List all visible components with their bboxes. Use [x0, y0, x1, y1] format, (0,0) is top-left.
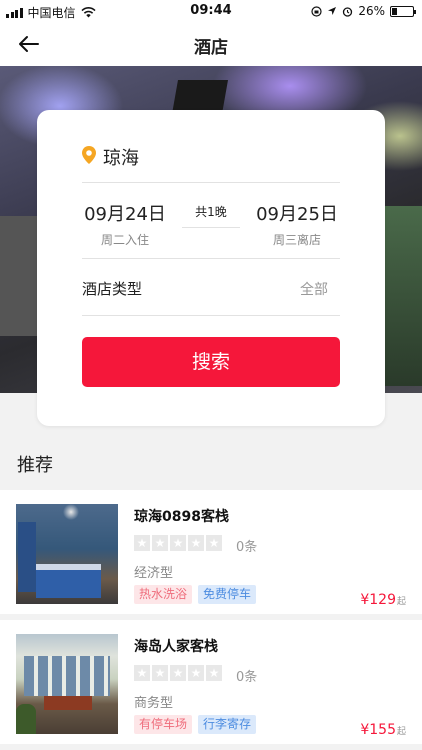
- hotel-card[interactable]: 海岛人家客栈 0条 商务型 有停车场 行李寄存 ¥155起: [0, 620, 422, 744]
- check-in-label: 周二入住: [100, 233, 149, 247]
- search-button[interactable]: 搜索: [82, 337, 340, 387]
- date-row: 09月24日 周二入住 共1晚 09月25日 周三离店: [82, 183, 340, 259]
- battery-fill: [392, 7, 398, 15]
- star-icon: [188, 664, 204, 682]
- hotel-price: ¥129起: [360, 592, 406, 608]
- star-icon: [152, 534, 168, 552]
- photo-bed: [36, 564, 101, 598]
- city-name: 琼海: [103, 148, 139, 169]
- page-title: 酒店: [194, 38, 228, 58]
- hotel-type-value: 全部: [300, 282, 328, 298]
- check-out-label: 周三离店: [272, 233, 321, 247]
- location-pin-icon: [82, 146, 96, 164]
- check-out-date[interactable]: 09月25日 周三离店: [254, 200, 340, 248]
- hero-plant: [382, 206, 422, 386]
- star-icon: [134, 664, 150, 682]
- price-suffix: 起: [396, 727, 406, 737]
- amenity-tag: 有停车场: [134, 715, 193, 734]
- amenity-tag: 热水洗浴: [134, 585, 193, 604]
- rotation-lock-icon: [311, 5, 322, 17]
- price-value: 129: [369, 592, 396, 608]
- hotel-price: ¥155起: [360, 722, 406, 738]
- star-rating: [134, 664, 222, 682]
- location-row[interactable]: 琼海: [82, 146, 340, 183]
- hotel-type-label: 酒店类型: [82, 280, 143, 298]
- check-out-date-value: 09月25日: [256, 204, 338, 225]
- star-icon: [170, 534, 186, 552]
- location-arrow-icon: [328, 7, 337, 15]
- review-count: 0条: [236, 540, 258, 555]
- star-icon: [152, 664, 168, 682]
- price-suffix: 起: [396, 597, 406, 607]
- hotel-name: 琼海0898客栈: [134, 509, 229, 525]
- recommend-title: 推荐: [17, 455, 53, 476]
- hotel-tags: 热水洗浴 免费停车: [134, 585, 257, 604]
- hotel-category: 商务型: [134, 696, 174, 711]
- nights-count: 共1晚: [182, 204, 240, 228]
- hero-ceiling-vent: [172, 80, 228, 114]
- hotel-category: 经济型: [134, 566, 174, 581]
- currency-symbol: ¥: [360, 722, 370, 738]
- review-count: 0条: [236, 670, 258, 685]
- star-icon: [206, 534, 222, 552]
- photo-door: [18, 522, 36, 592]
- search-card: 琼海 09月24日 周二入住 共1晚 09月25日 周三离店 酒店类型 全部 搜…: [37, 110, 385, 426]
- amenity-tag: 行李寄存: [198, 715, 257, 734]
- hotel-photo: [16, 504, 118, 604]
- amenity-tag: 免费停车: [198, 585, 257, 604]
- battery-percent: 26%: [358, 4, 385, 18]
- alarm-icon: [343, 6, 353, 17]
- check-in-date-value: 09月24日: [84, 204, 166, 225]
- battery-icon: [390, 5, 416, 17]
- check-in-date[interactable]: 09月24日 周二入住: [82, 200, 168, 248]
- hero-wall: [0, 216, 40, 336]
- photo-sign: [44, 696, 92, 710]
- star-icon: [170, 664, 186, 682]
- photo-tree: [16, 704, 36, 734]
- price-value: 155: [369, 722, 396, 738]
- nav-bar: 酒店: [0, 22, 422, 66]
- hotel-photo: [16, 634, 118, 734]
- star-icon: [188, 534, 204, 552]
- hotel-tags: 有停车场 行李寄存: [134, 715, 257, 734]
- star-icon: [134, 534, 150, 552]
- star-icon: [206, 664, 222, 682]
- photo-building: [24, 656, 110, 696]
- hotel-type-row[interactable]: 酒店类型 全部: [82, 259, 340, 316]
- currency-symbol: ¥: [360, 592, 370, 608]
- star-rating: [134, 534, 222, 552]
- status-bar: 中国电信 09:44 26%: [0, 0, 422, 22]
- status-right: 26%: [311, 4, 416, 18]
- hotel-card[interactable]: 琼海0898客栈 0条 经济型 热水洗浴 免费停车 ¥129起: [0, 490, 422, 614]
- hotel-name: 海岛人家客栈: [134, 639, 218, 655]
